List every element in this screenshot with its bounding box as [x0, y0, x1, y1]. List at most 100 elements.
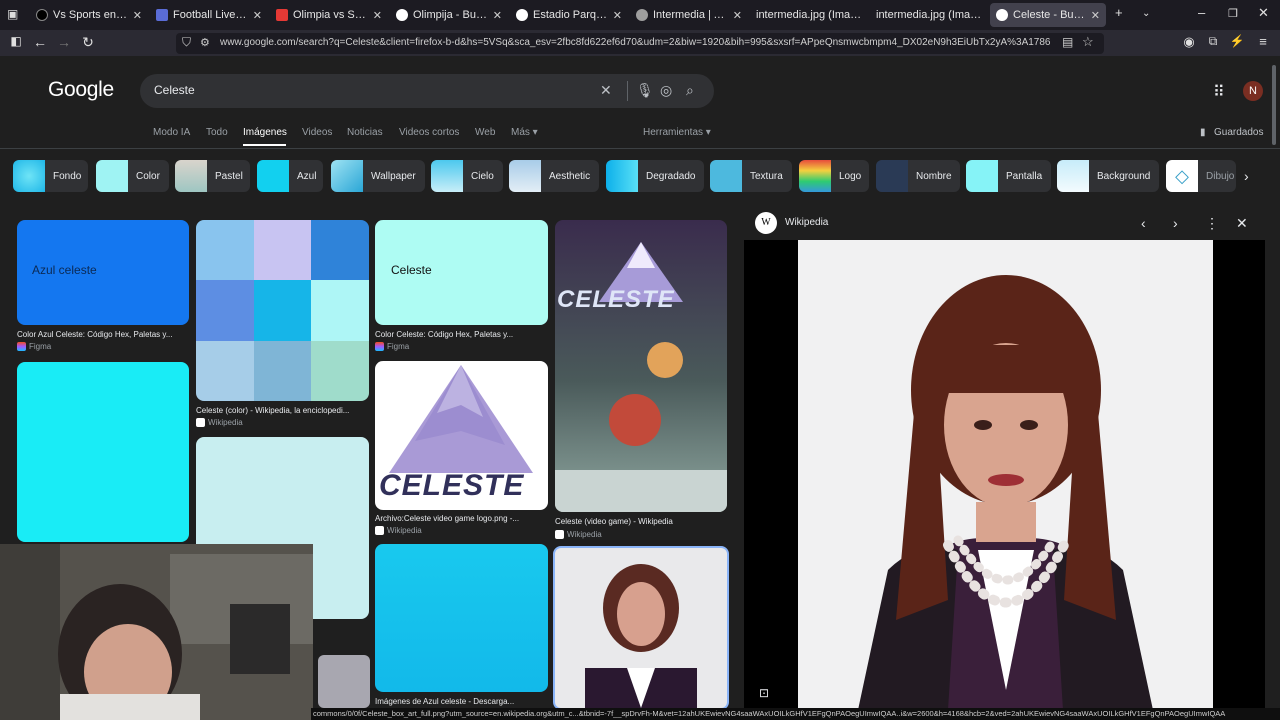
close-preview-icon[interactable]: ✕ — [1236, 215, 1248, 232]
tab-noticias[interactable]: Noticias — [347, 127, 383, 138]
result-image[interactable] — [375, 544, 548, 692]
tab-mas[interactable]: Más ▾ — [511, 127, 538, 138]
camera-lens-icon[interactable]: ◎ — [660, 82, 672, 99]
chip-pastel[interactable]: Pastel — [175, 160, 250, 192]
chip-textura[interactable]: Textura — [710, 160, 792, 192]
browser-tab[interactable]: intermedia.jpg (Imagen JPE — [750, 3, 868, 27]
browser-tab[interactable]: Intermedia | APF | Web ✕ — [630, 3, 748, 27]
search-input[interactable]: Celeste — [154, 83, 195, 97]
account-icon[interactable]: ◉ — [1180, 34, 1198, 50]
browser-tab[interactable]: Football Live Scores, Fi ✕ — [150, 3, 268, 27]
chip-color[interactable]: Color — [96, 160, 169, 192]
chip-cielo[interactable]: Cielo — [431, 160, 503, 192]
menu-hamburger-icon[interactable]: ≡ — [1254, 34, 1272, 49]
result-source[interactable]: Figma — [17, 342, 51, 351]
chip-logo[interactable]: Logo — [799, 160, 869, 192]
result-caption[interactable]: Archivo:Celeste video game logo.png -... — [375, 514, 548, 523]
tab-videos[interactable]: Videos — [302, 127, 332, 138]
chip-fondo[interactable]: Fondo — [13, 160, 88, 192]
extensions-icon[interactable]: ⧉ — [1204, 34, 1222, 49]
preview-image[interactable] — [798, 240, 1213, 710]
address-bar[interactable]: ⛉ ⚙ www.google.com/search?q=Celeste&clie… — [176, 33, 1104, 54]
wikipedia-logo-icon[interactable]: W — [755, 212, 777, 234]
result-image[interactable] — [196, 220, 369, 401]
microphone-icon[interactable]: 🎙 — [636, 82, 654, 99]
result-image[interactable] — [318, 655, 370, 708]
tab-web[interactable]: Web — [475, 127, 495, 138]
tab-list-icon[interactable]: ▣ — [7, 7, 18, 21]
tab-todo[interactable]: Todo — [206, 127, 228, 138]
maximize-icon[interactable]: ❐ — [1228, 7, 1238, 20]
result-image[interactable]: CELESTE — [555, 220, 727, 512]
chip-background[interactable]: Background — [1057, 160, 1159, 192]
extension-icon[interactable]: ⚡ — [1228, 34, 1246, 48]
result-caption[interactable]: Color Azul Celeste: Código Hex, Paletas … — [17, 330, 189, 339]
result-source[interactable]: Wikipedia — [555, 530, 602, 539]
google-logo[interactable]: Google — [48, 78, 114, 102]
shield-icon[interactable]: ⛉ — [182, 35, 191, 50]
tab-videos-cortos[interactable]: Videos cortos — [399, 127, 459, 138]
result-image[interactable]: Azul celeste — [17, 220, 189, 325]
avatar[interactable]: N — [1243, 81, 1263, 101]
saved-link[interactable]: Guardados — [1214, 127, 1263, 138]
browser-tab[interactable]: Vs Sports en X: "#Clau ✕ — [30, 3, 148, 27]
next-chevron-icon[interactable]: › — [1173, 215, 1178, 231]
result-source[interactable]: Wikipedia — [196, 418, 243, 427]
bookmark-star-icon[interactable]: ☆ — [1082, 34, 1094, 50]
site-permissions-icon[interactable]: ⚙ — [200, 36, 210, 49]
result-image-selected[interactable] — [553, 546, 729, 710]
tab-imagenes[interactable]: Imágenes — [243, 127, 287, 138]
close-tab-icon[interactable]: ✕ — [373, 9, 382, 22]
clear-search-icon[interactable]: ✕ — [600, 82, 612, 99]
reload-icon[interactable]: ↻ — [79, 34, 97, 51]
google-lens-icon[interactable]: ⊡ — [759, 686, 769, 700]
browser-tab[interactable]: Olimpija - Buscar con G ✕ — [390, 3, 508, 27]
chip-nombre[interactable]: Nombre — [876, 160, 960, 192]
bookmark-icon[interactable]: ▮ — [1200, 127, 1206, 138]
chip-aesthetic[interactable]: Aesthetic — [509, 160, 599, 192]
result-caption[interactable]: Color Celeste: Código Hex, Paletas y... — [375, 330, 548, 339]
close-tab-icon[interactable]: ✕ — [733, 9, 742, 22]
tab-modo-ia[interactable]: Modo IA — [153, 127, 190, 138]
reader-view-icon[interactable]: ▤ — [1062, 35, 1073, 49]
url-text[interactable]: www.google.com/search?q=Celeste&client=f… — [220, 37, 1050, 48]
preview-source-name[interactable]: Wikipedia — [785, 217, 828, 228]
result-source[interactable]: Wikipedia — [375, 526, 422, 535]
tools-dropdown[interactable]: Herramientas ▾ — [643, 127, 711, 138]
new-tab-icon[interactable]: + — [1115, 5, 1123, 20]
browser-tab[interactable]: Olimpia vs Sportivo ✕ — [270, 3, 388, 27]
chip-wallpaper[interactable]: Wallpaper — [331, 160, 425, 192]
close-tab-icon[interactable]: ✕ — [1091, 9, 1100, 22]
result-image[interactable]: Celeste — [375, 220, 548, 325]
chip-degradado[interactable]: Degradado — [606, 160, 704, 192]
result-caption[interactable]: Celeste (color) - Wikipedia, la enciclop… — [196, 406, 369, 415]
google-apps-icon[interactable]: ⠿ — [1213, 82, 1225, 102]
browser-tab[interactable]: intermedia.jpg (Imagen JPE — [870, 3, 988, 27]
chip-pantalla[interactable]: Pantalla — [966, 160, 1051, 192]
search-box[interactable]: Celeste ✕ 🎙 ◎ ⌕ — [140, 74, 714, 108]
tab-overflow-chevron-icon[interactable]: ⌄ — [1142, 8, 1150, 19]
minimize-icon[interactable]: – — [1198, 5, 1205, 20]
close-window-icon[interactable]: ✕ — [1258, 5, 1269, 21]
browser-tab-active[interactable]: Celeste - Buscar con G ✕ — [990, 3, 1106, 27]
close-tab-icon[interactable]: ✕ — [253, 9, 262, 22]
forward-arrow-icon[interactable]: → — [55, 34, 73, 50]
result-caption[interactable]: Celeste (video game) - Wikipedia — [555, 517, 727, 526]
result-image[interactable]: CELESTE — [375, 361, 548, 510]
close-tab-icon[interactable]: ✕ — [613, 9, 622, 22]
sidebar-toggle-icon[interactable]: ◧ — [7, 34, 25, 48]
scrollbar[interactable] — [1272, 65, 1276, 145]
more-options-icon[interactable]: ⋮ — [1205, 215, 1219, 232]
result-source[interactable]: Figma — [375, 342, 409, 351]
result-caption[interactable]: Imágenes de Azul celeste - Descarga... — [375, 697, 548, 706]
search-icon[interactable]: ⌕ — [686, 82, 694, 99]
chip-dibujo[interactable]: ◇ Dibujo — [1166, 160, 1236, 192]
close-tab-icon[interactable]: ✕ — [493, 9, 502, 22]
previous-chevron-icon[interactable]: ‹ — [1141, 215, 1146, 231]
close-tab-icon[interactable]: ✕ — [133, 9, 142, 22]
browser-tab[interactable]: Estadio Parque del Gua ✕ — [510, 3, 628, 27]
chip-azul[interactable]: Azul — [257, 160, 323, 192]
back-arrow-icon[interactable]: ← — [31, 34, 49, 50]
result-image[interactable] — [17, 362, 189, 542]
chips-next-chevron-icon[interactable]: › — [1244, 168, 1249, 184]
